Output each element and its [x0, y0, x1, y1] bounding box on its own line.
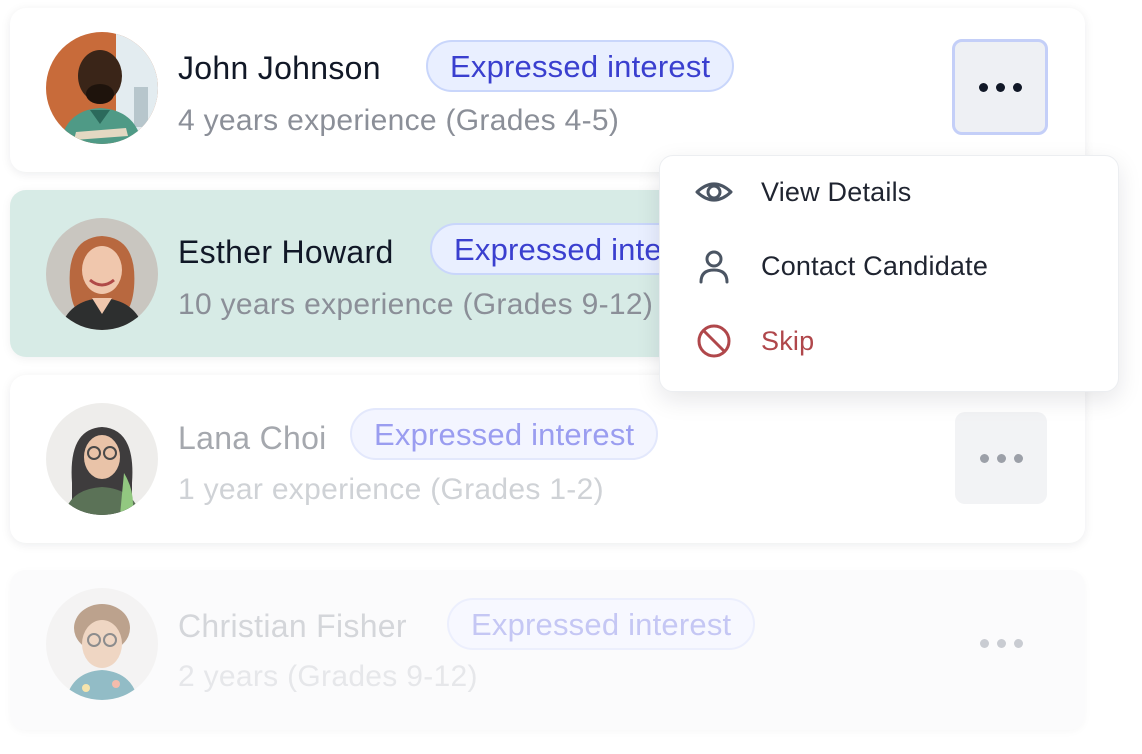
more-options-button[interactable] — [955, 412, 1047, 504]
more-options-button[interactable] — [952, 39, 1048, 135]
menu-item-skip[interactable]: Skip — [660, 305, 1118, 377]
dot-icon — [995, 82, 1005, 92]
avatar — [46, 218, 158, 330]
dot-icon — [979, 638, 989, 648]
menu-item-label: View Details — [761, 176, 912, 207]
more-options-button[interactable] — [955, 597, 1047, 689]
status-badge: Expressed interest — [447, 598, 756, 650]
user-icon — [699, 250, 729, 284]
menu-item-label: Skip — [761, 325, 815, 356]
candidate-name: Lana Choi — [178, 420, 327, 456]
menu-item-contact-candidate[interactable]: Contact Candidate — [660, 230, 1118, 302]
candidate-name: John Johnson — [178, 50, 381, 86]
dot-icon — [996, 453, 1006, 463]
eye-icon — [695, 182, 733, 202]
candidate-experience: 10 years experience (Grades 9-12) — [178, 288, 654, 321]
dot-icon — [979, 453, 989, 463]
candidate-card-john[interactable]: John Johnson Expressed interest 4 years … — [10, 8, 1085, 172]
dot-icon — [978, 82, 988, 92]
dot-icon — [1013, 638, 1023, 648]
menu-item-view-details[interactable]: View Details — [660, 156, 1118, 228]
avatar — [46, 32, 158, 144]
candidate-experience: 4 years experience (Grades 4-5) — [178, 104, 620, 137]
candidate-card-lana[interactable]: Lana Choi Expressed interest 1 year expe… — [10, 375, 1085, 543]
candidate-name: Christian Fisher — [178, 608, 407, 644]
dot-icon — [1012, 82, 1022, 92]
ban-icon — [697, 324, 731, 358]
dot-icon — [996, 638, 1006, 648]
menu-item-label: Contact Candidate — [761, 250, 989, 281]
candidate-experience: 2 years (Grades 9-12) — [178, 660, 478, 693]
candidate-card-christian[interactable]: Christian Fisher Expressed interest 2 ye… — [10, 570, 1085, 730]
candidate-actions-menu: View Details Contact Candidate Skip — [659, 155, 1119, 392]
candidate-name: Esther Howard — [178, 234, 394, 270]
avatar — [46, 403, 158, 515]
status-badge: Expressed interest — [350, 408, 659, 460]
dot-icon — [1013, 453, 1023, 463]
status-badge: Expressed interest — [426, 40, 735, 92]
candidate-experience: 1 year experience (Grades 1-2) — [178, 473, 604, 506]
avatar — [46, 588, 158, 700]
